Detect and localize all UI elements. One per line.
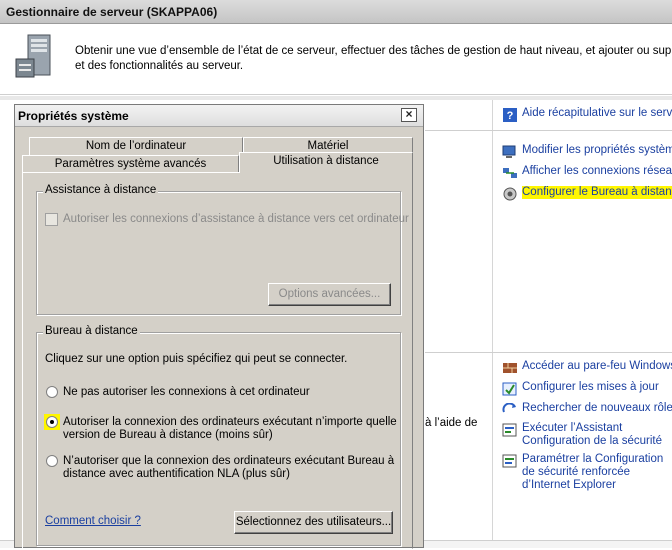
radio-nla-only[interactable]: [46, 455, 58, 467]
description-line-1: Obtenir une vue d’ensemble de l’état de …: [75, 45, 672, 57]
link-label: Rechercher de nouveaux rôles: [522, 402, 672, 414]
dialog-title: Propriétés système: [18, 109, 129, 123]
help-summary-link[interactable]: ? Aide récapitulative sur le serveur: [502, 107, 672, 122]
close-button[interactable]: ×: [401, 108, 417, 122]
group-legend: Bureau à distance: [43, 325, 140, 337]
server-manager-title: Gestionnaire de serveur (SKAPPA06): [0, 0, 672, 24]
link-windows-firewall[interactable]: Accéder au pare-feu Windows: [502, 360, 672, 374]
computer-icon: [502, 145, 516, 158]
link-configure-updates[interactable]: Configurer les mises à jour: [502, 381, 659, 396]
server-icon: [15, 34, 51, 78]
link-label: Modifier les propriétés système: [522, 144, 672, 156]
section-divider: [425, 352, 672, 353]
remote-desktop-instruction: Cliquez sur une option puis spécifiez qu…: [45, 353, 348, 365]
link-network-connections[interactable]: Afficher les connexions réseau: [502, 165, 672, 179]
server-manager-description: Obtenir une vue d’ensemble de l’état de …: [75, 44, 672, 74]
link-label: Afficher les connexions réseau: [522, 165, 672, 177]
network-icon: [503, 168, 517, 178]
link-ie-enhanced-security[interactable]: Paramétrer la Configuration de sécurité …: [502, 453, 672, 492]
search-roles-icon: [502, 403, 516, 413]
link-search-roles[interactable]: Rechercher de nouveaux rôles: [502, 402, 672, 416]
group-legend: Assistance à distance: [43, 184, 159, 196]
link-label: Configurer le Bureau à distance: [522, 186, 672, 199]
dialog-title-bar: Propriétés système ×: [15, 105, 423, 127]
svg-text:?: ?: [507, 110, 514, 122]
tab-computer-name[interactable]: Nom de l’ordinateur: [29, 137, 243, 155]
tab-advanced-system-settings[interactable]: Paramètres système avancés: [22, 155, 239, 173]
how-to-choose-link[interactable]: Comment choisir ?: [45, 515, 141, 527]
section-divider: [425, 130, 672, 131]
remote-desktop-group: Bureau à distance Cliquez sur une option…: [36, 325, 401, 546]
server-manager-header: Obtenir une vue d’ensemble de l’état de …: [0, 25, 672, 95]
radio-any-version-label: Autoriser la connexion des ordinateurs e…: [63, 416, 397, 442]
radio-no-connections[interactable]: [46, 386, 58, 398]
update-icon: [502, 382, 517, 396]
security-wizard-icon: [502, 423, 517, 437]
advanced-options-button[interactable]: Options avancées...: [268, 283, 391, 306]
remote-desktop-icon: [503, 187, 517, 201]
remote-assistance-group: Assistance à distance Autoriser les conn…: [36, 184, 409, 315]
select-users-button[interactable]: Sélectionnez des utilisateurs...: [234, 511, 393, 534]
description-line-2: et des fonctionnalités au serveur.: [75, 60, 244, 72]
help-summary-label: Aide récapitulative sur le serveur: [522, 107, 672, 119]
firewall-icon: [503, 363, 517, 373]
link-label: Exécuter l’Assistant Configuration de la…: [522, 422, 662, 447]
radio-any-version[interactable]: [46, 416, 58, 428]
option-line: Autoriser la connexion des ordinateurs e…: [63, 416, 397, 428]
option-line: version de Bureau à distance (moins sûr): [63, 429, 273, 441]
allow-assistance-checkbox[interactable]: [45, 213, 58, 226]
link-security-wizard[interactable]: Exécuter l’Assistant Configuration de la…: [502, 422, 672, 448]
link-configure-remote-desktop[interactable]: Configurer le Bureau à distance: [502, 186, 672, 201]
option-line: N’autoriser que la connexion des ordinat…: [63, 455, 395, 467]
link-label: Paramétrer la Configuration de sécurité …: [522, 453, 664, 491]
option-line: distance avec authentification NLA (plus…: [63, 468, 290, 480]
ie-security-icon: [502, 454, 517, 468]
system-properties-dialog: Propriétés système × Nom de l’ordinateur…: [14, 104, 424, 549]
partial-text: à l’aide de: [425, 417, 478, 429]
help-icon: ?: [503, 108, 517, 122]
link-modify-system-properties[interactable]: Modifier les propriétés système: [502, 144, 672, 158]
radio-no-connections-label: Ne pas autoriser les connexions à cet or…: [63, 386, 310, 398]
link-label: Accéder au pare-feu Windows: [522, 360, 672, 372]
link-label: Configurer les mises à jour: [522, 381, 659, 393]
tab-remote[interactable]: Utilisation à distance: [239, 152, 413, 173]
allow-assistance-label: Autoriser les connexions d’assistance à …: [63, 213, 409, 225]
radio-nla-only-label: N’autoriser que la connexion des ordinat…: [63, 455, 394, 481]
